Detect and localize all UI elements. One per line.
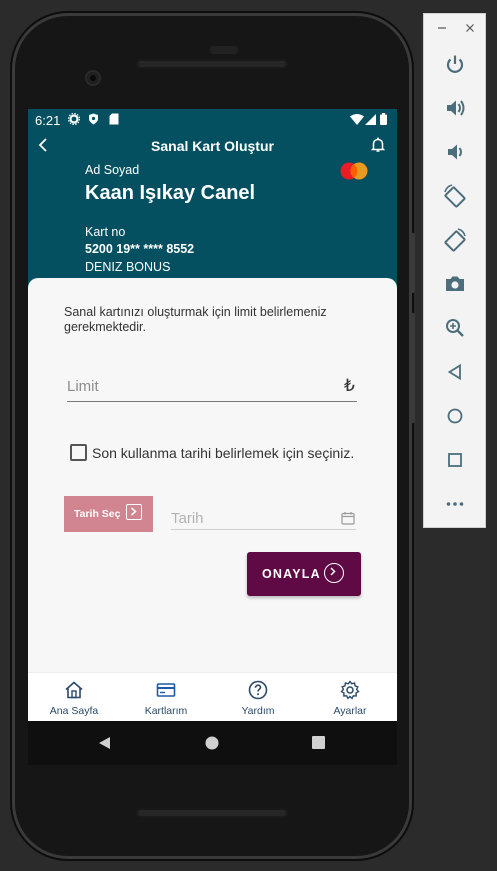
nav-item-help[interactable]: Yardım — [212, 673, 304, 721]
confirm-button[interactable]: ONAYLA — [247, 552, 361, 596]
settings-gear-icon — [67, 112, 81, 128]
currency-symbol: ₺ — [344, 376, 355, 395]
limit-input[interactable] — [67, 371, 357, 402]
nav-back-icon[interactable] — [98, 736, 112, 755]
mastercard-icon — [340, 162, 368, 185]
nav-label-home: Ana Sayfa — [49, 705, 99, 717]
calendar-icon[interactable] — [341, 511, 355, 530]
home-circle-icon[interactable] — [440, 401, 470, 431]
emulator-toolbar — [423, 13, 486, 528]
card-product: DENIZ BONUS — [85, 260, 171, 274]
date-input[interactable] — [171, 507, 356, 530]
nav-item-settings[interactable]: Ayarlar — [304, 673, 396, 721]
expiry-checkbox[interactable] — [70, 444, 87, 461]
top-speaker — [136, 59, 288, 69]
sd-card-icon — [109, 113, 119, 128]
home-icon — [64, 680, 84, 705]
camera-icon[interactable] — [440, 269, 470, 299]
signal-icon — [365, 113, 376, 128]
card-number: 5200 19** **** 8552 — [85, 242, 195, 256]
nav-label-cards: Kartlarım — [144, 705, 188, 717]
earpiece — [210, 46, 238, 54]
volume-up-icon[interactable] — [440, 93, 470, 123]
card-holder-name: Kaan Işıkay Canel — [85, 182, 256, 204]
status-bar: 6:21 — [28, 109, 397, 131]
battery-icon — [380, 113, 387, 128]
bell-icon[interactable] — [370, 137, 386, 158]
zoom-icon[interactable] — [440, 313, 470, 343]
card-name-label: Ad Soyad — [85, 163, 140, 177]
front-camera — [85, 70, 101, 86]
rotate-left-icon[interactable] — [440, 181, 470, 211]
card-icon — [156, 680, 176, 705]
volume-down-icon[interactable] — [440, 137, 470, 167]
nav-label-settings: Ayarlar — [333, 705, 367, 717]
nav-item-cards[interactable]: Kartlarım — [120, 673, 212, 721]
arrow-circle-right-icon — [324, 563, 344, 583]
minimize-icon[interactable] — [437, 22, 447, 36]
info-text: Sanal kartınızı oluşturmak için limit be… — [64, 305, 327, 334]
form-sheet: Sanal kartınızı oluşturmak için limit be… — [28, 278, 397, 721]
status-time: 6:21 — [35, 113, 61, 128]
volume-button — [410, 313, 415, 423]
nav-item-home[interactable]: Ana Sayfa — [28, 673, 120, 721]
back-icon[interactable] — [440, 357, 470, 387]
arrow-right-box-icon — [126, 504, 142, 520]
system-navigation-bar — [28, 721, 397, 765]
select-date-label: Tarih Seç — [74, 508, 121, 520]
close-icon[interactable] — [465, 22, 475, 36]
app-screen: 6:21 Sanal Kart Oluştur Ad Soyad Kaan Iş… — [28, 109, 397, 721]
app-bar: Sanal Kart Oluştur — [28, 135, 397, 159]
shield-icon — [88, 113, 99, 128]
wifi-icon — [350, 113, 364, 128]
settings-icon — [340, 680, 360, 705]
more-icon[interactable] — [440, 489, 470, 519]
power-icon[interactable] — [440, 49, 470, 79]
nav-recents-icon[interactable] — [312, 736, 325, 754]
select-date-button[interactable]: Tarih Seç — [64, 496, 153, 532]
power-button — [410, 233, 415, 293]
bottom-navigation: Ana Sayfa Kartlarım Yardım Ayarlar — [28, 672, 397, 721]
nav-label-help: Yardım — [241, 705, 275, 717]
rotate-right-icon[interactable] — [440, 225, 470, 255]
card-number-label: Kart no — [85, 225, 126, 239]
confirm-label: ONAYLA — [262, 567, 321, 581]
help-icon — [248, 680, 268, 705]
nav-home-icon[interactable] — [205, 736, 219, 755]
page-title: Sanal Kart Oluştur — [151, 138, 274, 154]
expiry-checkbox-label[interactable]: Son kullanma tarihi belirlemek için seçi… — [92, 445, 354, 461]
overview-icon[interactable] — [440, 445, 470, 475]
bottom-speaker — [136, 808, 288, 818]
